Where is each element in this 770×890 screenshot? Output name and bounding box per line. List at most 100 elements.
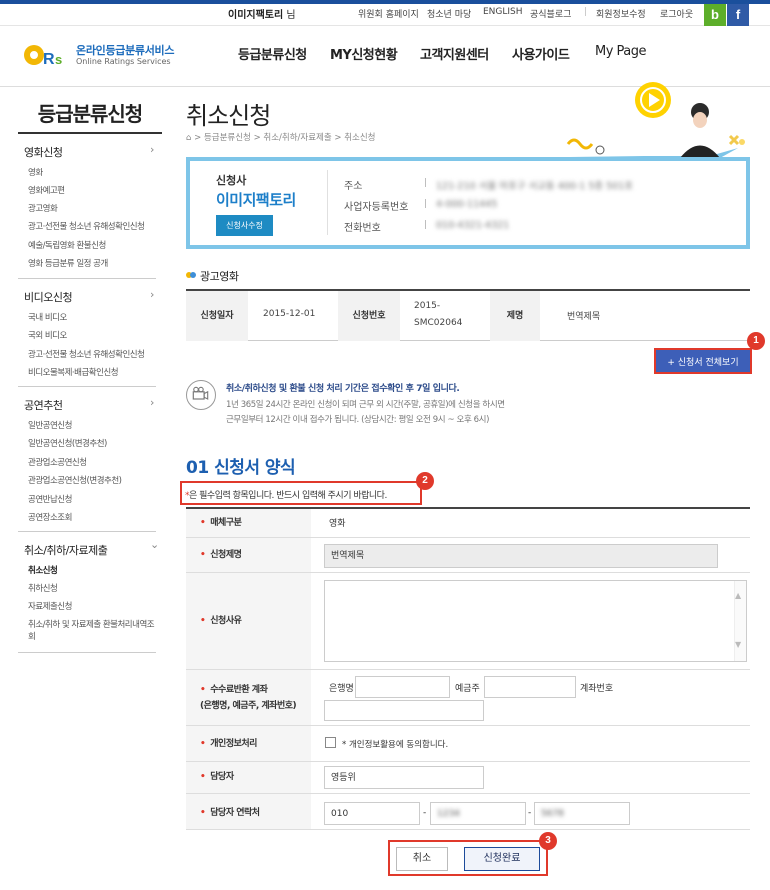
- chevron-right-icon[interactable]: ›: [150, 143, 154, 156]
- sidebar-cat-video[interactable]: 비디오신청: [24, 289, 73, 305]
- applicant-divider: [327, 170, 328, 235]
- util-divider: [585, 7, 586, 16]
- contact-label: • 담당자 연락처: [200, 808, 260, 818]
- form-title: 01 신청서 양식: [186, 458, 296, 478]
- request-number-line1: 2015-: [414, 301, 441, 311]
- util-link-logout[interactable]: 로그아웃: [660, 7, 693, 20]
- holder-input[interactable]: [484, 676, 576, 698]
- sidebar-item-cancel-request[interactable]: 취소신청: [28, 564, 58, 576]
- gnb-my-status[interactable]: MY신청현황: [330, 44, 398, 63]
- manager-label: • 담당자: [200, 772, 234, 782]
- util-link-english[interactable]: ENGLISH: [483, 7, 523, 17]
- sidebar-item[interactable]: 영화 등급분류 일정 공개: [28, 257, 108, 269]
- step-badge-3: 3: [539, 832, 557, 850]
- sidebar-item[interactable]: 취소/취하 및 자료제출 환불처리내역조회: [28, 619, 158, 643]
- business-number-value: 4-000-11445: [436, 199, 498, 210]
- sidebar-cat-performance[interactable]: 공연추천: [24, 397, 63, 413]
- svg-text:R: R: [43, 51, 55, 68]
- sidebar-item[interactable]: 관광업소공연신청(변경추천): [28, 474, 122, 486]
- breadcrumb-item[interactable]: 등급분류신청: [204, 133, 251, 143]
- blog-icon[interactable]: b: [704, 4, 726, 26]
- util-link-youth[interactable]: 청소년 마당: [427, 7, 471, 20]
- sidebar-item[interactable]: 영화: [28, 166, 43, 178]
- sidebar-divider: [18, 531, 156, 532]
- notice-headline: 취소/취하신청 및 환불 신청 처리 기간은 접수확인 후 7일 입니다.: [226, 384, 460, 394]
- scroll-up-icon[interactable]: ▲: [735, 591, 741, 600]
- required-notice: *은 필수입력 항목입니다. 반드시 입력해 주시기 바랍니다.: [185, 491, 387, 501]
- breadcrumb: ⌂ > 등급분류신청 > 취소/취하/자료제출 > 취소신청: [186, 133, 376, 143]
- logo-title[interactable]: 온라인등급분류서비스: [76, 42, 175, 58]
- manager-input[interactable]: 영등위: [324, 766, 484, 789]
- bank-input[interactable]: [355, 676, 450, 698]
- date-header: 신청일자: [186, 291, 248, 341]
- account-label: 계좌번호: [580, 684, 614, 694]
- gnb-guide[interactable]: 사용가이드: [512, 44, 570, 63]
- cancel-button[interactable]: 취소: [396, 847, 448, 871]
- phone-separator: -: [423, 808, 427, 818]
- chevron-down-icon[interactable]: ⌄: [150, 538, 159, 551]
- scroll-down-icon[interactable]: ▼: [735, 640, 741, 649]
- sidebar-divider: [18, 652, 156, 653]
- sidebar-cat-cancel[interactable]: 취소/취하/자료제출: [24, 542, 108, 558]
- sidebar-item[interactable]: 광고영화: [28, 202, 58, 214]
- banner-illustration: [566, 82, 745, 158]
- chevron-right-icon[interactable]: ›: [150, 396, 154, 409]
- facebook-icon[interactable]: f: [727, 4, 749, 26]
- request-number-header: 신청번호: [338, 291, 400, 341]
- sidebar-item[interactable]: 영화예고편: [28, 184, 65, 196]
- submit-button[interactable]: 신청완료: [464, 847, 540, 871]
- phone-part3-input[interactable]: 5678: [534, 802, 630, 825]
- util-link-edit-profile[interactable]: 회원정보수정: [596, 7, 646, 20]
- account-input[interactable]: [324, 700, 484, 721]
- sidebar-item[interactable]: 일반공연신청(변경추천): [28, 437, 107, 449]
- breadcrumb-item[interactable]: 취소/취하/자료제출: [263, 133, 331, 143]
- sidebar-item[interactable]: 공연반납신청: [28, 493, 72, 505]
- home-icon[interactable]: ⌂: [186, 133, 191, 143]
- sidebar-item[interactable]: 광고·선전물 청소년 유해성확인신청: [28, 220, 145, 232]
- sidebar-item[interactable]: 공연장소조회: [28, 511, 72, 523]
- sidebar-item[interactable]: 국외 비디오: [28, 329, 67, 341]
- view-full-application-button[interactable]: + 신청서 전체보기: [654, 348, 752, 374]
- request-number-line2: SMC02064: [414, 318, 463, 328]
- phone-value: 010-4321-4321: [436, 220, 510, 231]
- sidebar-item[interactable]: 일반공연신청: [28, 419, 72, 431]
- chevron-right-icon[interactable]: ›: [150, 288, 154, 301]
- field-separator: |: [424, 178, 428, 188]
- sidebar-item[interactable]: 관광업소공연신청: [28, 456, 87, 468]
- step-badge-1: 1: [747, 332, 765, 350]
- date-value: 2015-12-01: [263, 309, 316, 319]
- util-link-committee[interactable]: 위원회 홈페이지: [358, 7, 419, 20]
- reason-label: • 신청사유: [200, 616, 242, 626]
- notice-body: 1년 365일 24시간 온라인 신청이 되며 근무 외 시간(주말, 공휴일)…: [226, 400, 505, 425]
- field-separator: |: [424, 220, 428, 230]
- gnb-support[interactable]: 고객지원센터: [420, 44, 489, 63]
- breadcrumb-item[interactable]: 취소신청: [344, 133, 375, 143]
- privacy-checkbox[interactable]: [325, 737, 336, 748]
- step-badge-2: 2: [416, 472, 434, 490]
- refund-label: • 수수료반환 계좌: [200, 685, 268, 695]
- sidebar-cat-movie[interactable]: 영화신청: [24, 144, 63, 160]
- sidebar-title: 등급분류신청: [37, 102, 143, 126]
- sidebar-item[interactable]: 자료제출신청: [28, 600, 72, 612]
- sidebar-item[interactable]: 국내 비디오: [28, 311, 67, 323]
- phone-part2-input[interactable]: 1234: [430, 802, 526, 825]
- title-value: 번역제목: [567, 312, 601, 322]
- section-bullet-icon: [186, 272, 196, 278]
- sidebar-divider: [18, 386, 156, 387]
- reason-textarea[interactable]: [324, 580, 747, 662]
- sidebar-item[interactable]: 광고·선전물 청소년 유해성확인신청: [28, 348, 145, 360]
- edit-applicant-button[interactable]: 신청사수정: [216, 215, 273, 236]
- sidebar-item[interactable]: 비디오물복제·배급확인신청: [28, 366, 119, 378]
- sidebar-item[interactable]: 취하신청: [28, 582, 58, 594]
- app-title-input[interactable]: 번역제목: [324, 544, 718, 568]
- phone-part1-input[interactable]: 010: [324, 802, 420, 825]
- privacy-consent-text: * 개인정보활용에 동의합니다.: [342, 740, 449, 750]
- address-value: 121-210 서울 마포구 서교동 400-1 5층 501호: [436, 181, 633, 192]
- gnb-rating-request[interactable]: 등급분류신청: [238, 44, 307, 63]
- sidebar-item[interactable]: 예술/독립영화 환불신청: [28, 239, 106, 251]
- svg-text:s: s: [55, 52, 62, 67]
- gnb-mypage[interactable]: My Page: [595, 44, 647, 59]
- camera-icon: [186, 380, 216, 410]
- util-link-blog[interactable]: 공식블로그: [530, 7, 571, 20]
- ors-logo-icon[interactable]: R s: [22, 42, 72, 68]
